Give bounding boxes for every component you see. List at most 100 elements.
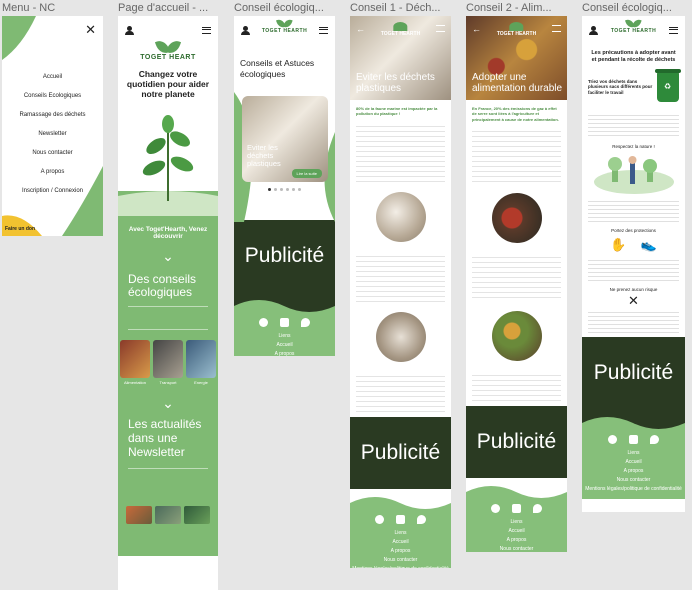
conseils-header: TOGET HEARTH bbox=[234, 16, 335, 44]
conseil1-body bbox=[356, 121, 445, 182]
twitter-icon[interactable] bbox=[533, 504, 542, 514]
facebook-icon[interactable] bbox=[375, 514, 384, 524]
conseil1-intro-text: 80% de la faune marine est impactée par … bbox=[356, 106, 438, 117]
footer-link[interactable]: A propos bbox=[466, 537, 567, 543]
twitter-icon[interactable] bbox=[650, 435, 659, 445]
footer-link[interactable]: A propos bbox=[350, 548, 451, 554]
logo: TOGET HEARTH bbox=[262, 19, 307, 34]
shoe-icon: 👟 bbox=[640, 237, 657, 253]
footer-link[interactable]: Nous contacter bbox=[582, 477, 685, 483]
menu-icon[interactable] bbox=[436, 25, 445, 32]
conseil3-body bbox=[588, 198, 679, 223]
conseil2-body bbox=[472, 253, 561, 302]
facebook-icon[interactable] bbox=[608, 435, 617, 445]
twitter-icon[interactable] bbox=[417, 514, 426, 524]
account-icon[interactable] bbox=[125, 25, 134, 35]
menu-icon[interactable] bbox=[202, 26, 211, 34]
footer-link[interactable]: Liens bbox=[350, 530, 451, 536]
facebook-icon[interactable] bbox=[259, 318, 268, 328]
frame-label-menu: Menu - NC bbox=[2, 2, 56, 14]
footer-link[interactable]: Liens bbox=[234, 333, 335, 339]
read-more-button[interactable]: Lire la suite bbox=[291, 169, 322, 179]
footer-link[interactable]: Nous contacter bbox=[466, 546, 567, 552]
chevron-down-icon[interactable]: ⌄ bbox=[118, 395, 218, 412]
category-image bbox=[186, 340, 216, 379]
newsletter-image bbox=[184, 505, 210, 524]
conseil3-body bbox=[588, 309, 679, 334]
instagram-icon[interactable] bbox=[280, 318, 289, 328]
footer-link[interactable]: Accueil bbox=[234, 342, 335, 348]
glove-icon: ✋ bbox=[610, 237, 627, 253]
home-discover: Avec Toget'Hearth, Venez découvrir bbox=[128, 225, 208, 240]
menu-item-conseils[interactable]: Conseils Ecologiques bbox=[2, 93, 103, 99]
account-icon[interactable] bbox=[241, 25, 250, 35]
menu-item-apropos[interactable]: A propos bbox=[2, 169, 103, 175]
conseil1-body bbox=[356, 371, 445, 412]
back-arrow-icon[interactable]: ← bbox=[356, 24, 365, 34]
facebook-icon[interactable] bbox=[491, 504, 500, 514]
section-conseils-title: Des conseils écologiques bbox=[128, 271, 197, 300]
conseil1-hero: ← TOGET HEARTH Eviter les déchets plasti… bbox=[350, 16, 451, 100]
logo-text: TOGET HEART bbox=[140, 54, 196, 61]
social-icons bbox=[350, 514, 451, 524]
newsletter-image bbox=[155, 505, 181, 524]
footer-legal[interactable]: Mentions légales/politique de confidenti… bbox=[350, 566, 451, 568]
conseils-title: Conseils et Astuces écologiques bbox=[240, 58, 315, 80]
footer-link[interactable]: Accueil bbox=[466, 528, 567, 534]
menu-frame: ✕ Accueil Conseils Ecologiques Ramassage… bbox=[2, 16, 103, 236]
menu-icon[interactable] bbox=[319, 26, 328, 34]
category-card[interactable]: Alimentation bbox=[120, 340, 150, 385]
conseil3-title: Les précautions à adopter avant et penda… bbox=[591, 50, 676, 64]
category-card[interactable]: Transport bbox=[153, 340, 183, 385]
ad-banner: Publicité bbox=[466, 406, 567, 479]
account-icon[interactable] bbox=[589, 25, 598, 35]
plant-illustration bbox=[118, 114, 218, 216]
category-card[interactable]: Energie bbox=[186, 340, 216, 385]
footer-legal[interactable]: Mentions légales/politique de confidenti… bbox=[582, 486, 685, 492]
menu-item-contact[interactable]: Nous contacter bbox=[2, 150, 103, 156]
footer: Liens Accueil A propos Nous contacter Me… bbox=[350, 488, 451, 568]
conseil2-frame: ← TOGET HEARTH Adopter une alimentation … bbox=[466, 16, 567, 552]
frame-label-conseil1: Conseil 1 - Déch... bbox=[350, 2, 441, 14]
instagram-icon[interactable] bbox=[512, 504, 521, 514]
ad-banner: Publicité bbox=[582, 337, 685, 410]
conseil-card[interactable]: Eviter les déchets plastiques Lire la su… bbox=[242, 96, 328, 183]
newsletter-image bbox=[126, 505, 152, 524]
instagram-icon[interactable] bbox=[629, 435, 638, 445]
menu-item-ramassage[interactable]: Ramassage des déchets bbox=[2, 112, 103, 118]
donate-button[interactable]: Faire un don bbox=[5, 226, 35, 232]
home-green-section: Avec Toget'Hearth, Venez découvrir ⌄ Des… bbox=[118, 215, 218, 556]
footer-link[interactable]: Accueil bbox=[350, 539, 451, 545]
menu-item-newsletter[interactable]: Newsletter bbox=[2, 131, 103, 137]
footer-link[interactable]: Liens bbox=[466, 519, 567, 525]
close-icon: ✕ bbox=[628, 293, 639, 309]
footer-link[interactable]: Liens bbox=[582, 450, 685, 456]
footer-link[interactable]: A propos bbox=[234, 351, 335, 356]
menu-item-accueil[interactable]: Accueil bbox=[2, 74, 103, 80]
chevron-down-icon[interactable]: ⌄ bbox=[118, 248, 218, 265]
carousel-dots[interactable] bbox=[234, 188, 335, 192]
conseil2-intro-text: En France, 20% des émissions de gaz à ef… bbox=[472, 106, 559, 122]
conseil2-body bbox=[472, 371, 561, 402]
protection-icons: ✋ 👟 bbox=[582, 237, 685, 253]
footer: Liens Accueil A propos Nous contacter Me… bbox=[582, 409, 685, 500]
logo: TOGET HEARTH bbox=[497, 22, 536, 37]
frame-label-conseil3: Conseil écologiq... bbox=[582, 2, 672, 14]
conseil3-frame: TOGET HEARTH Les précautions à adopter a… bbox=[582, 16, 685, 512]
conseil3-sub: Triez vos déchets dans plusieurs sacs di… bbox=[588, 78, 653, 96]
nature-illustration bbox=[594, 156, 674, 195]
menu-icon[interactable] bbox=[669, 26, 678, 34]
menu-item-inscription[interactable]: Inscription / Connexion bbox=[2, 188, 103, 194]
menu-icon[interactable] bbox=[552, 25, 561, 32]
instagram-icon[interactable] bbox=[396, 514, 405, 524]
conseil-card-title: Eviter les déchets plastiques bbox=[247, 143, 281, 169]
footer: Liens Accueil A propos Nous contacter Me… bbox=[234, 292, 335, 356]
footer-link[interactable]: A propos bbox=[582, 468, 685, 474]
footer-link[interactable]: Nous contacter bbox=[350, 557, 451, 563]
conseil3-body bbox=[588, 257, 679, 282]
back-arrow-icon[interactable]: ← bbox=[472, 24, 481, 34]
footer-link[interactable]: Accueil bbox=[582, 459, 685, 465]
close-icon[interactable]: ✕ bbox=[85, 23, 96, 36]
conseils-frame: TOGET HEARTH Conseils et Astuces écologi… bbox=[234, 16, 335, 356]
twitter-icon[interactable] bbox=[301, 318, 310, 328]
